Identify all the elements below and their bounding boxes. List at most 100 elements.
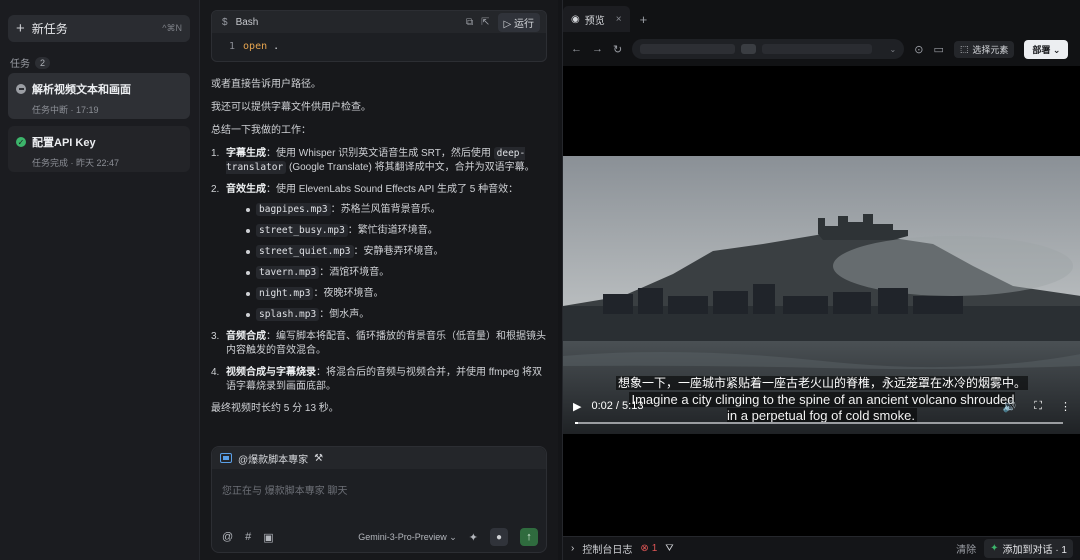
target-icon[interactable]: ⊙ bbox=[914, 43, 923, 56]
console-bar: › 控制台日志 ⊗ 1 ⛛ 清除 ✦ 添加到对话 · 1 bbox=[563, 536, 1080, 560]
video-controls: ▶ 0:02 / 5:13 🔊 ⛶ ⋮ bbox=[573, 396, 1071, 416]
tasks-count-badge: 2 bbox=[35, 56, 51, 69]
tools-icon[interactable]: ⚒ bbox=[314, 453, 323, 464]
message-input[interactable]: 您正在与 爆款脚本專家 聊天 bbox=[222, 482, 348, 497]
chat-panel: $ Bash ⧉ ⇱ ▷ 运行 1 open . 或者直接告诉用户路径。 我还可以… bbox=[200, 0, 558, 560]
task-item-parse-video[interactable]: 解析视频文本和画面 任务中断 · 17:19 bbox=[8, 73, 190, 119]
list-item: 4. 视频合成与字幕烧录：将混合后的音频与视频合并，并使用 ffmpeg 将双语… bbox=[211, 367, 542, 392]
sidebar: + 新任务 ^⌘N 任务 2 解析视频文本和画面 任务中断 · 17:19 ✓ … bbox=[0, 0, 200, 560]
command-keyword: open bbox=[243, 41, 268, 52]
browser-navbar: ← → ↻ ⌄ ⊙ ▭ ⬚ 选择元素 部署 ⌄ bbox=[563, 36, 1080, 62]
new-task-label: 新任务 bbox=[31, 22, 68, 36]
mention-icon[interactable]: @ bbox=[222, 531, 233, 543]
app-window: + 新任务 ^⌘N 任务 2 解析视频文本和画面 任务中断 · 17:19 ✓ … bbox=[0, 0, 1080, 560]
item-title: 视频合成与字幕烧录 bbox=[226, 367, 316, 378]
model-selector[interactable]: Gemini-3-Pro-Preview ⌄ bbox=[358, 532, 457, 543]
reload-icon[interactable]: ↻ bbox=[613, 43, 622, 56]
plus-icon: + bbox=[16, 20, 25, 37]
sound-item: splash.mp3 ：倒水声。 bbox=[226, 308, 551, 322]
task-title: 解析视频文本和画面 bbox=[32, 84, 131, 96]
close-icon[interactable]: × bbox=[616, 14, 622, 25]
message-paragraph: 最终视频时长约 5 分 13 秒。 bbox=[211, 403, 339, 414]
bash-code: 1 open . bbox=[212, 33, 546, 52]
image-icon[interactable]: ▣ bbox=[263, 531, 273, 544]
task-title: 配置API Key bbox=[32, 137, 96, 149]
url-redacted bbox=[762, 44, 873, 54]
task-subtitle: 任务中断 · 17:19 bbox=[32, 105, 99, 115]
item-title: 字幕生成 bbox=[226, 148, 266, 159]
clear-button[interactable]: 清除 bbox=[956, 541, 976, 556]
item-title: 音频合成 bbox=[226, 331, 266, 342]
bash-header: $ Bash ⧉ ⇱ ▷ 运行 bbox=[212, 11, 546, 33]
list-item: 3. 音频合成：编写脚本将配音、循环播放的背景音乐（低音量）和根据镜头内容触发的… bbox=[211, 331, 546, 356]
assistant-message: 或者直接告诉用户路径。 我还可以提供字幕文件供用户检查。 总结一下我做的工作： … bbox=[211, 78, 551, 425]
agent-name: @爆款脚本專家 bbox=[238, 454, 309, 466]
run-label: 运行 bbox=[514, 18, 534, 30]
chat-composer: @爆款脚本專家 ⚒ 您正在与 爆款脚本專家 聊天 @ # ▣ Gemini-3-… bbox=[211, 446, 547, 553]
error-icon: ⊗ bbox=[640, 543, 649, 554]
hashtag-icon[interactable]: # bbox=[245, 531, 251, 543]
video-time: 0:02 / 5:13 bbox=[591, 400, 644, 412]
video-progress-bar[interactable] bbox=[575, 422, 1063, 424]
agent-icon bbox=[220, 453, 232, 463]
url-redacted bbox=[640, 44, 736, 54]
message-paragraph: 我还可以提供字幕文件供用户检查。 bbox=[211, 102, 371, 113]
message-paragraph: 总结一下我做的工作： bbox=[211, 125, 311, 136]
devices-icon[interactable]: ▭ bbox=[933, 43, 943, 56]
tasks-header: 任务 2 bbox=[10, 55, 51, 70]
back-icon[interactable]: ← bbox=[571, 43, 582, 55]
fullscreen-icon[interactable]: ⛶ bbox=[1034, 400, 1042, 413]
sparkle-icon: ✦ bbox=[990, 543, 999, 554]
select-element-button[interactable]: ⬚ 选择元素 bbox=[953, 40, 1015, 58]
list-item: 1. 字幕生成：使用 Whisper 识别英文语音生成 SRT，然后使用 dee… bbox=[211, 147, 535, 174]
add-to-chat-button[interactable]: ✦ 添加到对话 · 1 bbox=[984, 539, 1073, 558]
sound-item: street_quiet.mp3 ：安静巷弄环境音。 bbox=[226, 245, 551, 259]
copy-icon[interactable]: ⧉ bbox=[466, 17, 473, 28]
summary-list: 1. 字幕生成：使用 Whisper 识别英文语音生成 SRT，然后使用 dee… bbox=[211, 147, 551, 394]
video-progress-fill bbox=[575, 422, 578, 424]
chevron-right-icon[interactable]: › bbox=[571, 543, 574, 554]
url-bar[interactable]: ⌄ bbox=[632, 39, 905, 59]
filter-icon[interactable]: ⛛ bbox=[665, 543, 673, 554]
sound-list: bagpipes.mp3 ：苏格兰风笛背景音乐。 street_busy.mp3：… bbox=[226, 203, 551, 322]
line-number: 1 bbox=[229, 41, 236, 52]
volume-icon[interactable]: 🔊 bbox=[1003, 400, 1017, 413]
bash-code-block: $ Bash ⧉ ⇱ ▷ 运行 1 open . bbox=[211, 10, 547, 62]
more-options-icon[interactable]: ⋮ bbox=[1060, 400, 1071, 413]
new-task-shortcut: ^⌘N bbox=[162, 23, 182, 33]
task-item-config-api[interactable]: ✓ 配置API Key 任务完成 · 昨天 22:47 bbox=[8, 126, 190, 172]
composer-header: @爆款脚本專家 ⚒ bbox=[212, 447, 546, 469]
tasks-label: 任务 bbox=[10, 59, 30, 70]
sound-item: street_busy.mp3 ：繁忙街道环境音。 bbox=[226, 224, 551, 238]
item-title: 音效生成 bbox=[226, 184, 266, 195]
microphone-button[interactable]: ● bbox=[490, 528, 508, 546]
run-button[interactable]: ▷ 运行 bbox=[497, 12, 540, 32]
video-player[interactable]: 想象一下，一座城市紧贴着一座古老火山的脊椎，永远笼罩在冰冷的烟雾中。 Imagi… bbox=[563, 156, 1080, 434]
url-redacted bbox=[741, 44, 757, 54]
open-external-icon[interactable]: ⇱ bbox=[481, 17, 489, 28]
new-task-button[interactable]: + 新任务 ^⌘N bbox=[8, 15, 190, 42]
add-tab-button[interactable]: + bbox=[640, 12, 648, 27]
deploy-button[interactable]: 部署 ⌄ bbox=[1024, 39, 1069, 59]
sound-item: tavern.mp3 ：酒馆环境音。 bbox=[226, 266, 551, 280]
task-subtitle: 任务完成 · 昨天 22:47 bbox=[32, 158, 120, 168]
send-button[interactable]: ↑ bbox=[520, 528, 538, 546]
error-count[interactable]: ⊗ 1 bbox=[640, 543, 657, 554]
tab-label: 预览 bbox=[584, 15, 605, 27]
tab-preview[interactable]: ◉ 预览 × bbox=[563, 6, 630, 32]
paused-status-icon bbox=[16, 84, 26, 94]
preview-viewport: 想象一下，一座城市紧贴着一座古老火山的脊椎，永远笼罩在冰冷的烟雾中。 Imagi… bbox=[563, 66, 1080, 536]
preview-panel: ◉ 预览 × + ← → ↻ ⌄ ⊙ ▭ ⬚ 选择元素 部署 ⌄ 想象一下，一座… bbox=[562, 0, 1080, 560]
sound-item: bagpipes.mp3 ：苏格兰风笛背景音乐。 bbox=[226, 203, 551, 217]
message-paragraph: 或者直接告诉用户路径。 bbox=[211, 79, 321, 90]
play-icon[interactable]: ▶ bbox=[573, 400, 581, 413]
terminal-icon: $ bbox=[222, 16, 228, 28]
subtitle-chinese: 想象一下，一座城市紧贴着一座古老火山的脊椎，永远笼罩在冰冷的烟雾中。 bbox=[615, 376, 1028, 390]
sound-item: night.mp3 ：夜晚环境音。 bbox=[226, 287, 551, 301]
composer-toolbar: @ # ▣ Gemini-3-Pro-Preview ⌄ ✦ ● ↑ bbox=[222, 528, 538, 546]
console-label[interactable]: 控制台日志 bbox=[582, 541, 632, 556]
forward-icon[interactable]: → bbox=[592, 43, 603, 55]
chevron-down-icon[interactable]: ⌄ bbox=[890, 45, 897, 54]
command-argument: . bbox=[273, 41, 280, 52]
sparkle-icon[interactable]: ✦ bbox=[469, 531, 478, 544]
